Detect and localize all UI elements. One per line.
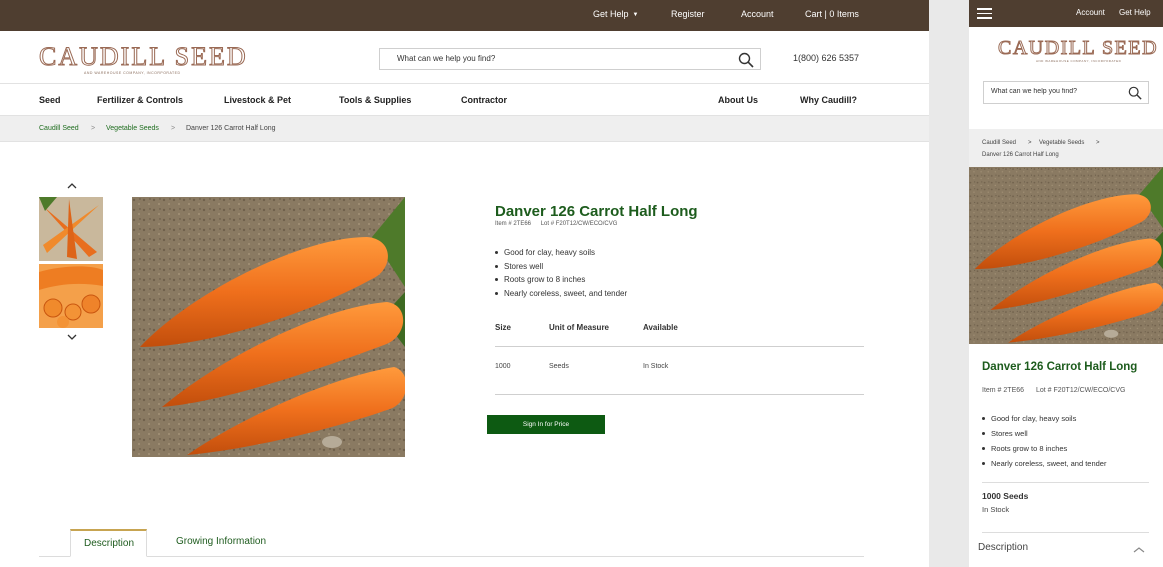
cart-link[interactable]: Cart | 0 Items: [805, 9, 859, 19]
main-nav: Seed Fertilizer & Controls Livestock & P…: [0, 84, 929, 116]
lot-number: Lot # F20T12/CW/ECO/CVG: [1035, 387, 1126, 394]
item-number: Item # 2TE66: [982, 387, 1025, 394]
mobile-search-input[interactable]: [991, 88, 1126, 95]
nav-item-contractor[interactable]: Contractor: [461, 95, 507, 105]
tab-growing-information[interactable]: Growing Information: [163, 529, 279, 557]
chevron-up-icon[interactable]: [1133, 541, 1145, 559]
top-utility-bar: Get Help ▼ Register Account Cart | 0 Item…: [0, 0, 929, 31]
column-header-size: Size: [495, 323, 512, 332]
search-box: [379, 48, 761, 70]
caret-down-icon: ▼: [632, 12, 639, 18]
table-cell-available: In Stock: [643, 363, 669, 370]
product-title: Danver 126 Carrot Half Long: [495, 203, 698, 220]
mobile-product-image[interactable]: [969, 167, 1163, 344]
mobile-product-title: Danver 126 Carrot Half Long: [982, 361, 1138, 373]
brand-logo[interactable]: CAUDILL SEED AND WAREHOUSE COMPANY, INCO…: [39, 43, 248, 75]
feature-list: Good for clay, heavy soils Stores well R…: [495, 246, 627, 300]
mobile-top-bar: Account Get Help: [969, 0, 1163, 27]
sign-in-for-price-button[interactable]: Sign In for Price: [487, 415, 605, 434]
product-thumbnail[interactable]: [39, 264, 103, 328]
mobile-variant-label: 1000 Seeds: [982, 491, 1029, 501]
chevron-up-icon[interactable]: [67, 182, 77, 192]
nav-item-livestock[interactable]: Livestock & Pet: [224, 95, 291, 105]
breadcrumb-link-home[interactable]: Caudill Seed: [982, 140, 1016, 146]
mobile-stock-status: In Stock: [982, 505, 1010, 514]
divider: [495, 346, 864, 347]
divider: [982, 482, 1149, 483]
breadcrumb-separator: >: [91, 125, 96, 132]
list-item: Roots grow to 8 inches: [495, 273, 627, 287]
list-item: Roots grow to 8 inches: [982, 441, 1106, 456]
breadcrumb-link-home[interactable]: Caudill Seed: [39, 125, 79, 132]
breadcrumb-link-category[interactable]: Vegetable Seeds: [1039, 140, 1084, 146]
tab-description[interactable]: Description: [70, 529, 147, 557]
chevron-down-icon[interactable]: [67, 333, 77, 343]
mobile-feature-list: Good for clay, heavy soils Stores well R…: [982, 411, 1106, 471]
desktop-view: Get Help ▼ Register Account Cart | 0 Item…: [0, 0, 929, 567]
nav-item-fertilizer[interactable]: Fertilizer & Controls: [97, 95, 183, 105]
list-item: Good for clay, heavy soils: [495, 246, 627, 260]
column-header-unit: Unit of Measure: [549, 323, 610, 332]
breadcrumb-separator: >: [1096, 140, 1100, 146]
breadcrumb-current: Danver 126 Carrot Half Long: [186, 125, 276, 132]
account-link[interactable]: Account: [741, 9, 774, 19]
list-item: Good for clay, heavy soils: [982, 411, 1106, 426]
product-meta: Item # 2TE66 Lot # F20T12/CW/ECO/CVG: [495, 221, 625, 227]
search-icon[interactable]: [738, 52, 754, 73]
product-main-image[interactable]: [132, 197, 405, 457]
column-header-available: Available: [643, 323, 678, 332]
register-link[interactable]: Register: [671, 9, 705, 19]
mobile-search-box: [983, 81, 1149, 104]
lot-number: Lot # F20T12/CW/ECO/CVG: [540, 221, 618, 227]
mobile-brand-logo[interactable]: CAUDILL SEED AND WAREHOUSE COMPANY, INCO…: [997, 38, 1158, 64]
table-cell-size: 1000: [495, 363, 511, 370]
get-help-menu[interactable]: Get Help ▼: [593, 9, 638, 19]
mobile-description-accordion[interactable]: Description: [978, 542, 1028, 553]
hamburger-icon[interactable]: [977, 8, 992, 19]
nav-item-why-caudill[interactable]: Why Caudill?: [800, 95, 857, 105]
mobile-breadcrumb: Caudill Seed > Vegetable Seeds > Danver …: [969, 129, 1163, 167]
item-number: Item # 2TE66: [495, 221, 532, 227]
breadcrumb-current: Danver 126 Carrot Half Long: [982, 152, 1059, 158]
site-header: CAUDILL SEED AND WAREHOUSE COMPANY, INCO…: [0, 31, 929, 84]
phone-number[interactable]: 1(800) 626 5357: [793, 53, 859, 63]
breadcrumb: Caudill Seed > Vegetable Seeds > Danver …: [0, 116, 929, 142]
mobile-get-help-link[interactable]: Get Help: [1119, 8, 1151, 17]
product-thumbnail[interactable]: [39, 197, 103, 261]
mobile-product-meta: Item # 2TE66 Lot # F20T12/CW/ECO/CVG: [982, 387, 1135, 394]
search-icon[interactable]: [1128, 86, 1142, 105]
list-item: Stores well: [495, 260, 627, 274]
breadcrumb-link-category[interactable]: Vegetable Seeds: [106, 125, 159, 132]
mobile-view: Account Get Help CAUDILL SEED AND WAREHO…: [969, 0, 1163, 567]
breadcrumb-separator: >: [171, 125, 176, 132]
list-item: Nearly coreless, sweet, and tender: [982, 456, 1106, 471]
divider: [495, 394, 864, 395]
mobile-account-link[interactable]: Account: [1076, 8, 1105, 17]
search-input[interactable]: [397, 54, 717, 63]
nav-item-seed[interactable]: Seed: [39, 95, 61, 105]
divider: [982, 532, 1149, 533]
list-item: Nearly coreless, sweet, and tender: [495, 287, 627, 301]
breadcrumb-separator: >: [1028, 140, 1032, 146]
nav-item-about[interactable]: About Us: [718, 95, 758, 105]
table-cell-unit: Seeds: [549, 363, 569, 370]
list-item: Stores well: [982, 426, 1106, 441]
nav-item-tools[interactable]: Tools & Supplies: [339, 95, 411, 105]
